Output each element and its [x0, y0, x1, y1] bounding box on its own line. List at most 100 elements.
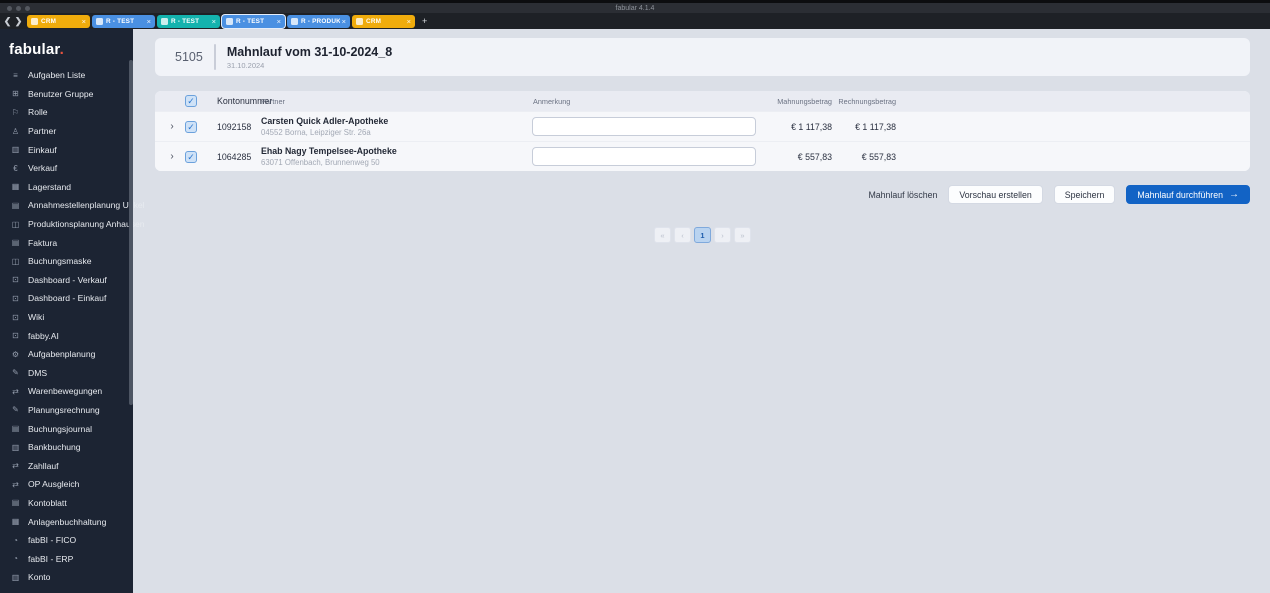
sidebar-item[interactable]: ▦ Anlagenbuchhaltung	[0, 512, 133, 531]
sidebar-item[interactable]: ▦ Lagerstand	[0, 178, 133, 197]
action-bar: Mahnlauf löschen Vorschau erstellen Spei…	[155, 185, 1250, 204]
tab-label: CRM	[41, 18, 80, 25]
sidebar-item[interactable]: ✎ DMS	[0, 364, 133, 383]
sidebar-item[interactable]: ▥ Bankbuchung	[0, 438, 133, 457]
sidebar-item[interactable]: ⊡ Dashboard - Verkauf	[0, 271, 133, 290]
dunning-table-card: ✓ Kontonummer Partner Anmerkung Mahnungs…	[155, 91, 1250, 171]
partner-name: Ehab Nagy Tempelsee-Apotheke	[261, 146, 527, 156]
anmerkung-input[interactable]	[532, 117, 756, 136]
column-header-anmerkung: Anmerkung	[527, 97, 767, 106]
browser-tab[interactable]: R - TEST ×	[157, 15, 220, 28]
execute-run-label: Mahnlauf durchführen	[1137, 190, 1223, 200]
sidebar-item[interactable]: ▥ Konto	[0, 568, 133, 587]
tab-close-icon[interactable]: ×	[407, 17, 411, 26]
sidebar-item[interactable]: ⚐ Rolle	[0, 103, 133, 122]
create-preview-button[interactable]: Vorschau erstellen	[948, 185, 1042, 204]
sidebar-item-label: Aufgaben Liste	[28, 70, 85, 80]
sidebar-item[interactable]: ⊡ fabby.AI	[0, 326, 133, 345]
new-tab-button[interactable]: +	[422, 16, 427, 26]
sidebar-item[interactable]: ✎ Planungsrechnung	[0, 401, 133, 420]
sidebar-item[interactable]: ▤ Annahmestellenplanung Unkel	[0, 196, 133, 215]
sidebar-item[interactable]: ◫ Produktionsplanung Anhausen	[0, 215, 133, 234]
table-body: › ✓ 1092158 Carsten Quick Adler-Apotheke…	[155, 111, 1250, 171]
sidebar-item[interactable]: ◔ fabBI - ERP	[0, 549, 133, 568]
traffic-lights[interactable]	[7, 6, 30, 11]
sidebar-item[interactable]: ◫ Buchungsmaske	[0, 252, 133, 271]
sidebar-item[interactable]: ⚙ Aufgabenplanung	[0, 345, 133, 364]
pagination-last-button[interactable]: »	[734, 227, 751, 243]
row-expand-chevron-icon[interactable]: ›	[155, 151, 181, 162]
minimize-window-icon[interactable]	[16, 6, 21, 11]
sidebar-item-icon: ⊞	[10, 89, 21, 98]
app-logo: fabular.	[0, 29, 133, 66]
sidebar-item-icon: ▤	[10, 201, 21, 210]
sidebar-item[interactable]: ▤ Kontoblatt	[0, 494, 133, 513]
tab-label: R - TEST	[236, 18, 275, 25]
sidebar-item[interactable]: ⊡ Dashboard - Einkauf	[0, 289, 133, 308]
save-button[interactable]: Speichern	[1054, 185, 1116, 204]
row-mahnungsbetrag: € 1 117,38	[767, 122, 835, 132]
tab-favicon-icon	[356, 18, 363, 25]
tab-close-icon[interactable]: ×	[82, 17, 86, 26]
tab-close-icon[interactable]: ×	[212, 17, 216, 26]
sidebar-item[interactable]: ⇄ Zahllauf	[0, 456, 133, 475]
sidebar-item-label: fabBI - FICO	[28, 535, 76, 545]
anmerkung-input[interactable]	[532, 147, 756, 166]
browser-tab[interactable]: R - PRODUKTIV ×	[287, 15, 350, 28]
sidebar-scrollbar[interactable]	[129, 60, 133, 405]
sidebar-item[interactable]: ◔ fabBI - FICO	[0, 531, 133, 550]
pagination-first-button[interactable]: «	[654, 227, 671, 243]
sidebar-item[interactable]: ⊡ Wiki	[0, 308, 133, 327]
pagination-next-button[interactable]: ›	[714, 227, 731, 243]
nav-back-icon[interactable]: ❮	[2, 13, 13, 29]
tab-label: R - PRODUKTIV	[301, 18, 340, 25]
sidebar-item-label: Dashboard - Einkauf	[28, 293, 106, 303]
tab-close-icon[interactable]: ×	[277, 17, 281, 26]
maximize-window-icon[interactable]	[25, 6, 30, 11]
sidebar-item[interactable]: ⇄ OP Ausgleich	[0, 475, 133, 494]
content-area: 5105 Mahnlauf vom 31-10-2024_8 31.10.202…	[133, 29, 1270, 593]
sidebar-item-icon: ◫	[10, 257, 21, 266]
sidebar-item[interactable]: ≡ Aufgaben Liste	[0, 66, 133, 85]
sidebar-item-label: Warenbewegungen	[28, 386, 102, 396]
sidebar-item-icon: ◔	[10, 536, 21, 545]
sidebar-item[interactable]: ♙ Partner	[0, 122, 133, 141]
sidebar-nav: ≡ Aufgaben Liste ⊞ Benutzer Gruppe ⚐ Rol…	[0, 66, 133, 587]
row-checkbox[interactable]: ✓	[185, 121, 197, 133]
sidebar-item-icon: ▤	[10, 238, 21, 247]
sidebar-item[interactable]: ▥ Einkauf	[0, 140, 133, 159]
row-checkbox[interactable]: ✓	[185, 151, 197, 163]
select-all-checkbox[interactable]: ✓	[185, 95, 197, 107]
page-title: Mahnlauf vom 31-10-2024_8	[227, 45, 392, 59]
column-header-rechnungsbetrag: Rechnungsbetrag	[835, 97, 899, 106]
tab-close-icon[interactable]: ×	[147, 17, 151, 26]
column-header-kontonummer: Kontonummer	[211, 96, 261, 106]
close-window-icon[interactable]	[7, 6, 12, 11]
sidebar-item[interactable]: ▤ Faktura	[0, 233, 133, 252]
logo-dot: .	[60, 41, 64, 58]
delete-run-button[interactable]: Mahnlauf löschen	[868, 190, 937, 200]
browser-tab[interactable]: CRM ×	[352, 15, 415, 28]
sidebar-item-icon: ⊡	[10, 331, 21, 340]
sidebar-item-icon: ▥	[10, 145, 21, 154]
sidebar-item-icon: ⚐	[10, 108, 21, 117]
sidebar-item-label: Aufgabenplanung	[28, 349, 95, 359]
browser-tab[interactable]: R - TEST ×	[92, 15, 155, 28]
sidebar-item-label: Einkauf	[28, 145, 57, 155]
pagination-prev-button[interactable]: ‹	[674, 227, 691, 243]
page-header-card: 5105 Mahnlauf vom 31-10-2024_8 31.10.202…	[155, 38, 1250, 76]
sidebar: fabular. ≡ Aufgaben Liste ⊞ Benutzer Gru…	[0, 29, 133, 593]
sidebar-item[interactable]: ▤ Buchungsjournal	[0, 419, 133, 438]
sidebar-item[interactable]: ⇄ Warenbewegungen	[0, 382, 133, 401]
tab-close-icon[interactable]: ×	[342, 17, 346, 26]
sidebar-item[interactable]: ⊞ Benutzer Gruppe	[0, 85, 133, 104]
browser-tab[interactable]: R - TEST ×	[222, 15, 285, 28]
sidebar-item-label: Kontoblatt	[28, 498, 67, 508]
nav-forward-icon[interactable]: ❯	[13, 13, 24, 29]
sidebar-item-label: Rolle	[28, 107, 48, 117]
execute-run-button[interactable]: Mahnlauf durchführen →	[1126, 185, 1250, 204]
pagination-page-1-button[interactable]: 1	[694, 227, 711, 243]
sidebar-item[interactable]: € Verkauf	[0, 159, 133, 178]
browser-tab[interactable]: CRM ×	[27, 15, 90, 28]
row-expand-chevron-icon[interactable]: ›	[155, 121, 181, 132]
